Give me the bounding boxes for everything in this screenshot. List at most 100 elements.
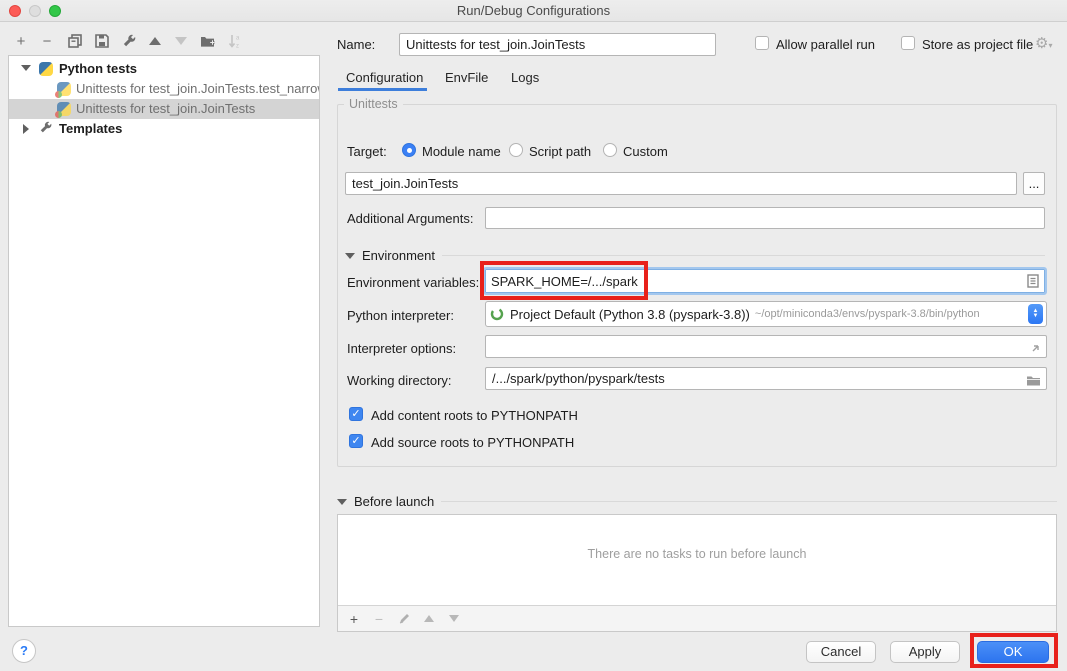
title-bar: Run/Debug Configurations — [0, 0, 1067, 22]
python-interpreter-label: Python interpreter: — [347, 308, 454, 323]
help-label: ? — [20, 643, 28, 658]
environment-variables-value: SPARK_HOME=/.../spark — [485, 274, 638, 289]
working-directory-input[interactable]: /.../spark/python/pyspark/tests — [485, 367, 1047, 390]
chevron-expanded-icon[interactable] — [21, 65, 31, 71]
remove-task-icon: − — [371, 611, 387, 627]
radio-custom[interactable] — [603, 143, 617, 157]
tab-envfile[interactable]: EnvFile — [445, 70, 488, 85]
gear-icon[interactable]: ⚙▾ — [1035, 34, 1052, 52]
python-interpreter-select[interactable]: Project Default (Python 3.8 (pyspark-3.8… — [485, 301, 1047, 327]
svg-text:z: z — [236, 43, 239, 49]
ok-label: OK — [1004, 644, 1023, 659]
apply-label: Apply — [909, 644, 942, 659]
sort-alpha-icon: az — [226, 32, 244, 50]
working-directory-label: Working directory: — [347, 373, 452, 388]
interpreter-options-label: Interpreter options: — [347, 341, 456, 356]
allow-parallel-run-checkbox[interactable] — [755, 36, 769, 50]
name-input[interactable]: Unittests for test_join.JoinTests — [399, 33, 716, 56]
browse-module-label: ... — [1029, 176, 1040, 191]
python-interpreter-path: ~/opt/miniconda3/envs/pyspark-3.8/bin/py… — [755, 308, 980, 320]
add-content-roots-checkbox[interactable]: ✓ — [349, 407, 363, 421]
copy-configuration-icon[interactable] — [66, 32, 84, 50]
unittests-group-title: Unittests — [344, 97, 403, 111]
python-unittest-icon — [57, 82, 71, 96]
additional-arguments-input[interactable] — [485, 207, 1045, 229]
allow-parallel-run-label: Allow parallel run — [776, 37, 875, 52]
move-down-icon — [446, 611, 462, 627]
before-launch-task-list: There are no tasks to run before launch … — [337, 514, 1057, 632]
expand-field-icon[interactable] — [1029, 340, 1041, 358]
before-launch-empty-message: There are no tasks to run before launch — [338, 547, 1056, 561]
edit-templates-wrench-icon[interactable] — [120, 32, 138, 50]
name-label: Name: — [337, 37, 375, 52]
add-task-icon[interactable]: + — [346, 611, 362, 627]
tree-item-test-narrow[interactable]: Unittests for test_join.JoinTests.test_n… — [9, 79, 319, 99]
apply-button[interactable]: Apply — [890, 641, 960, 663]
working-directory-value: /.../spark/python/pyspark/tests — [492, 371, 665, 386]
tree-item-templates[interactable]: Templates — [9, 119, 319, 139]
tree-item-python-tests[interactable]: Python tests — [9, 59, 319, 79]
svg-text:a: a — [236, 35, 240, 41]
module-name-input[interactable]: test_join.JoinTests — [345, 172, 1017, 195]
window-title: Run/Debug Configurations — [0, 0, 1067, 22]
run-debug-configurations-dialog: Run/Debug Configurations + − az Python t… — [0, 0, 1067, 671]
section-divider — [442, 255, 1045, 256]
templates-wrench-icon — [39, 121, 53, 138]
add-source-roots-checkbox[interactable]: ✓ — [349, 434, 363, 448]
target-label: Target: — [347, 144, 387, 159]
before-launch-label: Before launch — [354, 494, 434, 509]
dropdown-spinner-icon[interactable]: ▲▼ — [1028, 304, 1043, 324]
python-interpreter-value: Project Default (Python 3.8 (pyspark-3.8… — [510, 307, 750, 322]
module-name-value: test_join.JoinTests — [352, 176, 458, 191]
browse-env-vars-icon[interactable] — [1027, 274, 1039, 291]
radio-module-name-label: Module name — [422, 144, 501, 159]
radio-script-path-label: Script path — [529, 144, 591, 159]
cancel-label: Cancel — [821, 644, 861, 659]
minimize-window-button — [29, 5, 41, 17]
interpreter-options-input[interactable] — [485, 335, 1047, 358]
store-as-project-file-label: Store as project file — [922, 37, 1033, 52]
tree-item-label: Python tests — [59, 61, 137, 76]
save-configuration-icon[interactable] — [93, 32, 111, 50]
cancel-button[interactable]: Cancel — [806, 641, 876, 663]
ok-button[interactable]: OK — [977, 641, 1049, 663]
python-tests-icon — [39, 62, 53, 76]
additional-arguments-label: Additional Arguments: — [347, 211, 473, 226]
conda-env-icon — [490, 307, 504, 321]
python-unittest-icon — [57, 102, 71, 116]
tree-item-label: Unittests for test_join.JoinTests.test_n… — [76, 81, 320, 96]
remove-configuration-icon[interactable]: − — [38, 32, 56, 50]
tree-item-jointests-selected[interactable]: Unittests for test_join.JoinTests — [9, 99, 319, 119]
new-folder-icon[interactable] — [198, 32, 216, 50]
tab-configuration[interactable]: Configuration — [346, 70, 423, 85]
edit-pencil-icon — [396, 611, 412, 627]
chevron-collapsed-icon[interactable] — [23, 124, 29, 134]
environment-section-header[interactable]: Environment — [345, 248, 1045, 263]
radio-module-name[interactable] — [402, 143, 416, 157]
add-configuration-icon[interactable]: + — [12, 32, 30, 50]
section-divider — [441, 501, 1057, 502]
tree-item-label: Templates — [59, 121, 122, 136]
move-up-icon[interactable] — [146, 32, 164, 50]
active-tab-underline — [338, 88, 427, 91]
store-as-project-file-checkbox[interactable] — [901, 36, 915, 50]
move-up-icon — [421, 611, 437, 627]
before-launch-section-header[interactable]: Before launch — [337, 494, 1057, 509]
radio-custom-label: Custom — [623, 144, 668, 159]
chevron-expanded-icon[interactable] — [345, 253, 355, 259]
add-content-roots-label: Add content roots to PYTHONPATH — [371, 408, 578, 423]
configurations-tree: Python tests Unittests for test_join.Joi… — [8, 55, 320, 627]
chevron-expanded-icon[interactable] — [337, 499, 347, 505]
zoom-window-button[interactable] — [49, 5, 61, 17]
tab-logs[interactable]: Logs — [511, 70, 539, 85]
environment-section-label: Environment — [362, 248, 435, 263]
help-button[interactable]: ? — [12, 639, 36, 663]
browse-module-button[interactable]: ... — [1023, 172, 1045, 195]
folder-icon[interactable] — [1026, 372, 1041, 390]
environment-variables-input[interactable]: SPARK_HOME=/.../spark — [483, 267, 1047, 295]
close-window-button[interactable] — [9, 5, 21, 17]
radio-script-path[interactable] — [509, 143, 523, 157]
tree-item-label: Unittests for test_join.JoinTests — [76, 101, 255, 116]
add-source-roots-label: Add source roots to PYTHONPATH — [371, 435, 574, 450]
environment-variables-label: Environment variables: — [347, 275, 479, 290]
